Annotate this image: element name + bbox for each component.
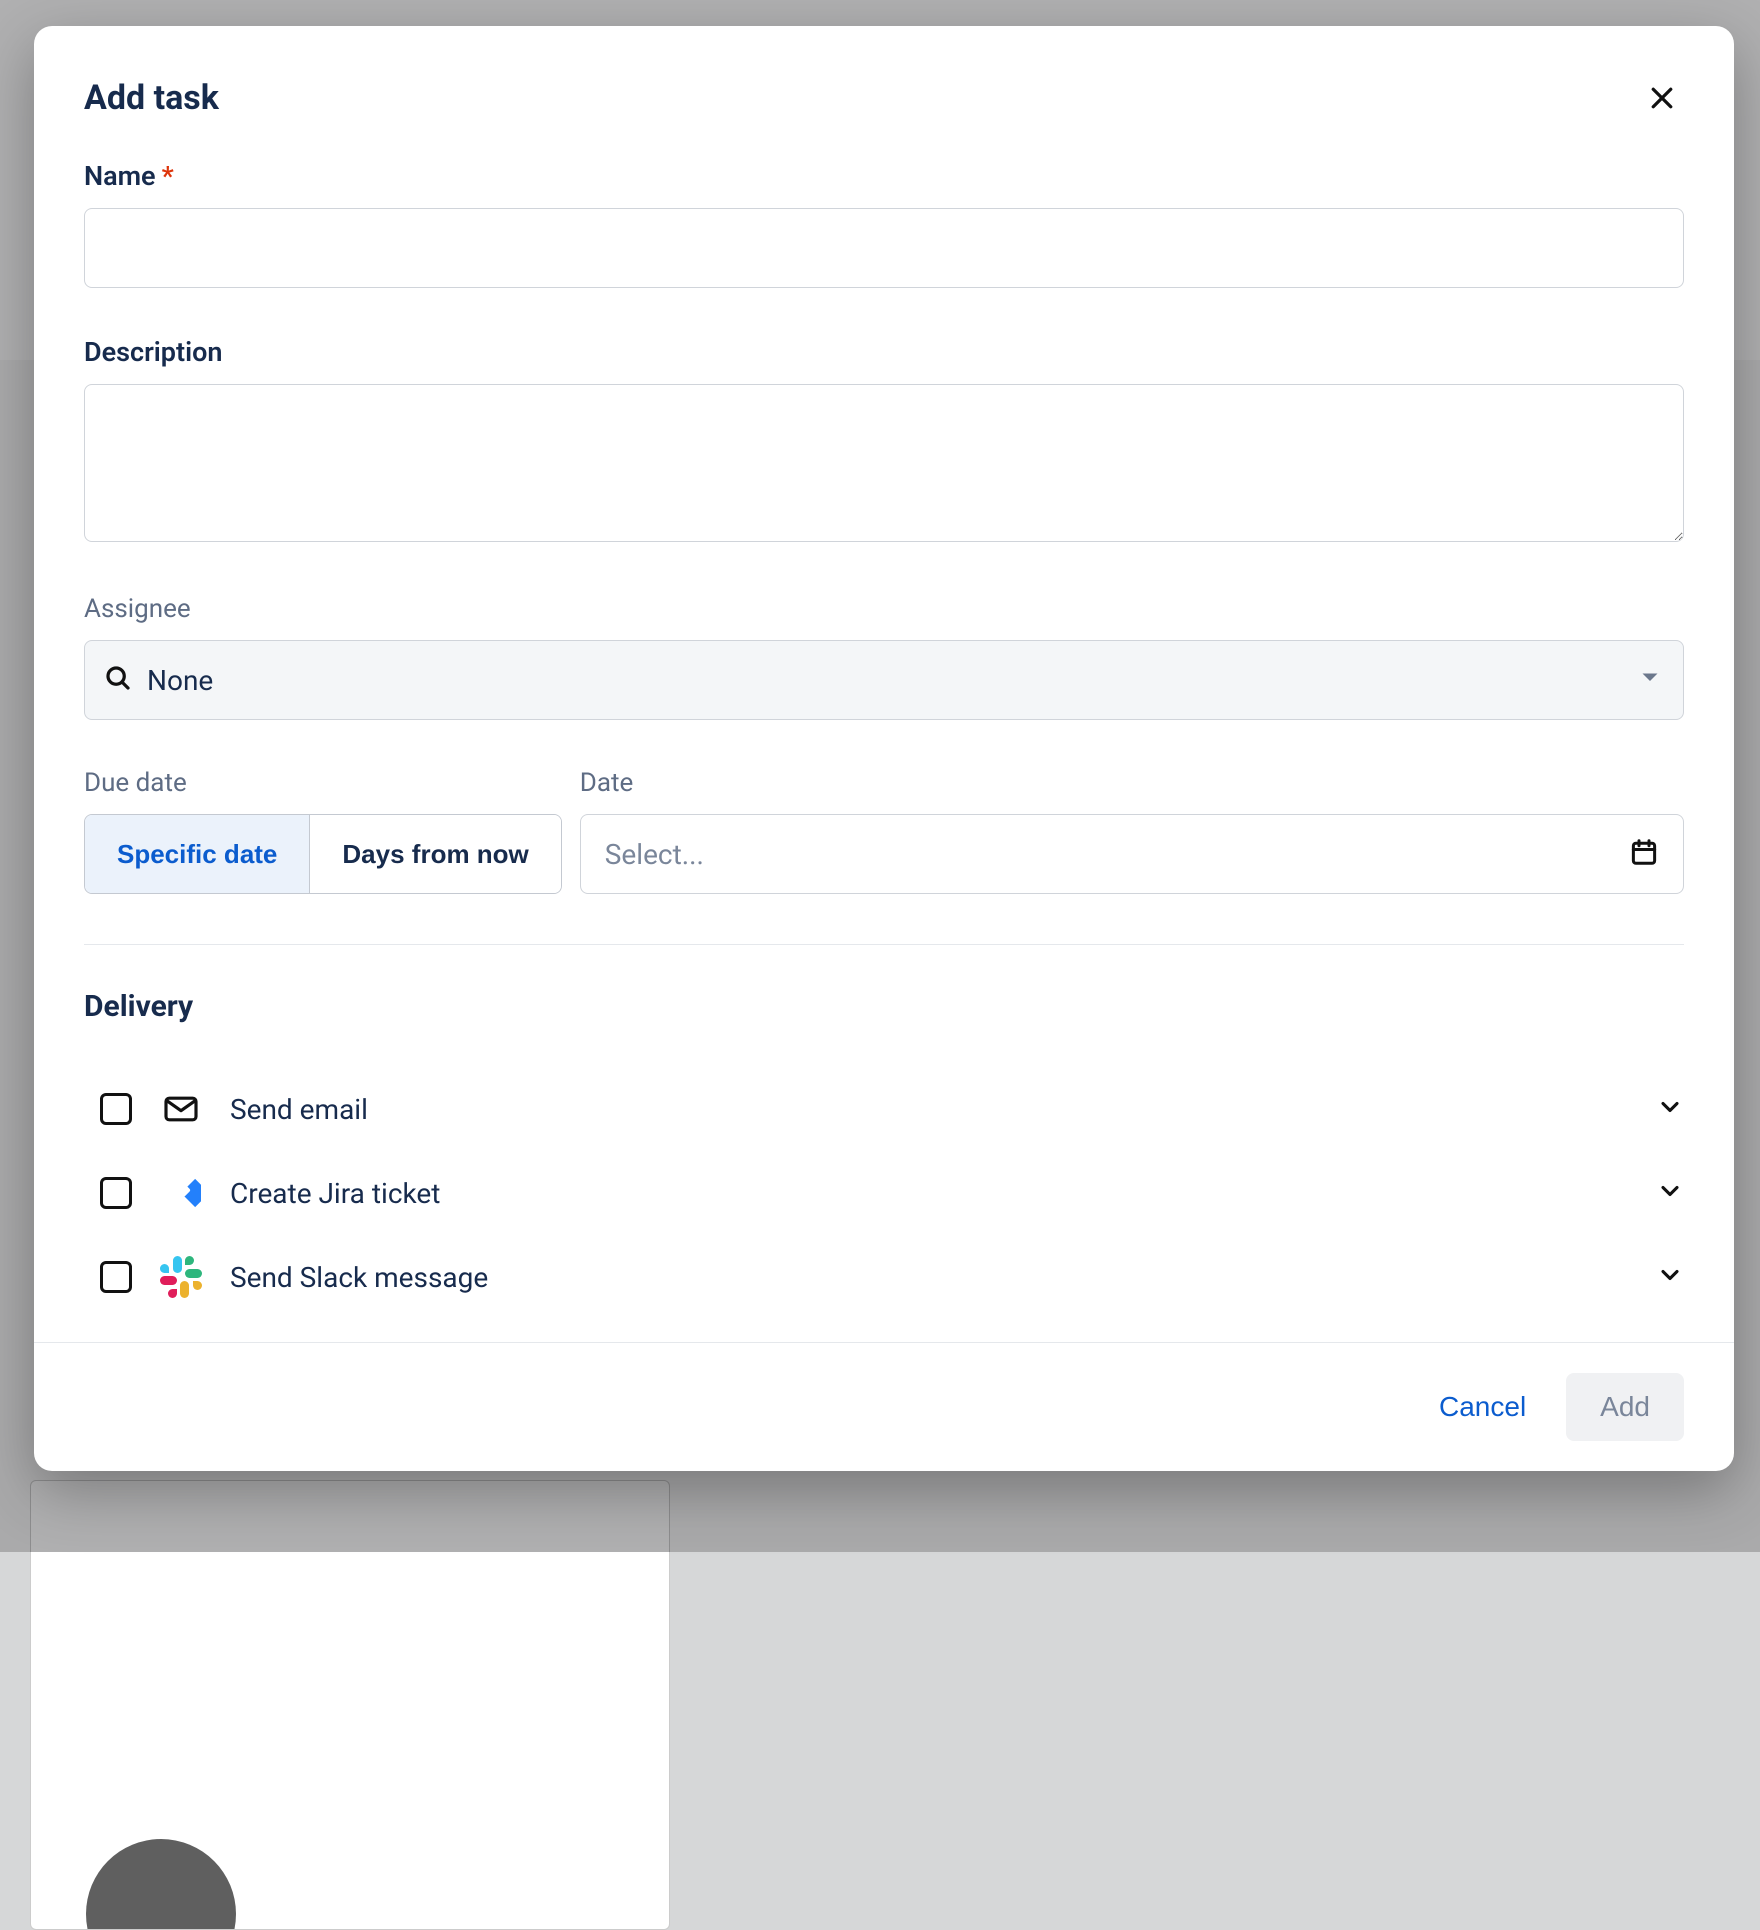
chevron-down-icon xyxy=(1656,1261,1684,1293)
assignee-select[interactable]: None xyxy=(84,640,1684,720)
chevron-down-icon xyxy=(1656,1177,1684,1209)
bg-illustration xyxy=(86,1839,236,1930)
assignee-label: Assignee xyxy=(84,594,1684,624)
jira-icon xyxy=(160,1172,202,1214)
delivery-label-jira: Create Jira ticket xyxy=(230,1177,440,1210)
due-date-label: Due date xyxy=(84,768,562,798)
description-input[interactable] xyxy=(84,384,1684,542)
search-icon xyxy=(103,663,133,697)
delivery-label-slack: Send Slack message xyxy=(230,1261,488,1294)
assignee-value: None xyxy=(147,664,213,697)
due-date-days-from-now-button[interactable]: Days from now xyxy=(309,815,560,893)
name-input[interactable] xyxy=(84,208,1684,288)
name-label: Name xyxy=(84,160,156,192)
chevron-down-icon xyxy=(1656,1093,1684,1125)
required-mark: * xyxy=(162,160,174,192)
checkbox-jira[interactable] xyxy=(100,1177,132,1209)
delivery-option-email[interactable]: Send email xyxy=(100,1070,1684,1148)
delivery-option-jira[interactable]: Create Jira ticket xyxy=(100,1154,1684,1232)
divider xyxy=(84,944,1684,945)
cancel-button[interactable]: Cancel xyxy=(1423,1375,1542,1439)
add-task-dialog: Add task Name * Description Assignee xyxy=(34,26,1734,1471)
calendar-icon xyxy=(1629,837,1659,871)
due-date-specific-button[interactable]: Specific date xyxy=(85,815,309,893)
checkbox-slack[interactable] xyxy=(100,1261,132,1293)
due-date-toggle: Specific date Days from now xyxy=(84,814,562,894)
delivery-label-email: Send email xyxy=(230,1093,368,1126)
date-picker[interactable]: Select... xyxy=(580,814,1684,894)
date-label: Date xyxy=(580,768,1684,798)
dialog-title: Add task xyxy=(84,78,219,118)
email-icon xyxy=(160,1088,202,1130)
dropdown-caret-icon xyxy=(1641,669,1659,691)
checkbox-email[interactable] xyxy=(100,1093,132,1125)
delivery-title: Delivery xyxy=(84,989,1684,1024)
description-label: Description xyxy=(84,336,222,368)
date-placeholder: Select... xyxy=(605,838,704,871)
close-icon xyxy=(1647,83,1677,113)
add-button[interactable]: Add xyxy=(1566,1373,1684,1441)
delivery-option-slack[interactable]: Send Slack message xyxy=(100,1238,1684,1316)
close-button[interactable] xyxy=(1640,76,1684,120)
slack-icon xyxy=(160,1256,202,1298)
